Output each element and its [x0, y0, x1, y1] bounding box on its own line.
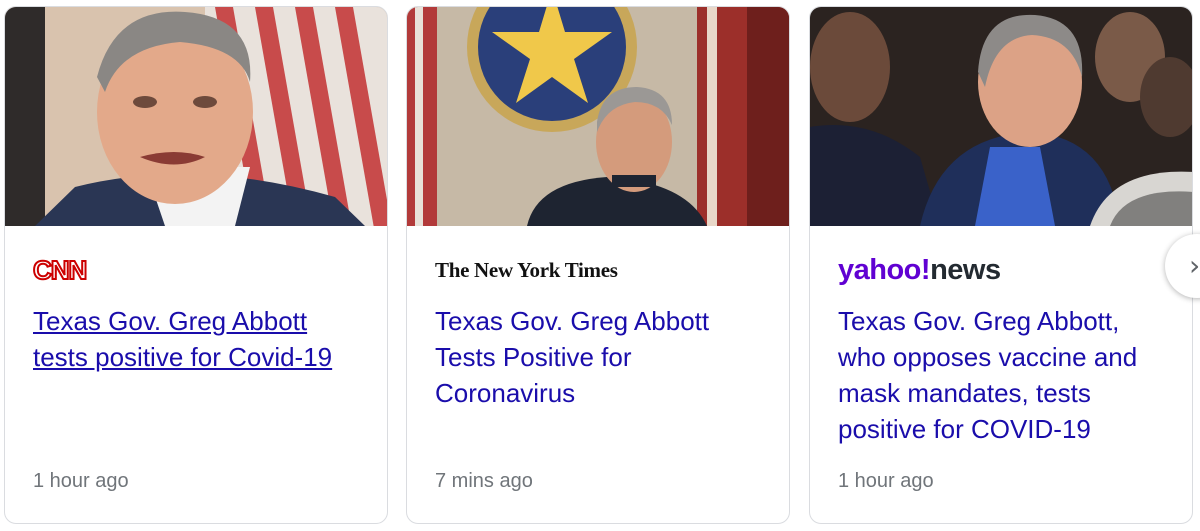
news-thumbnail[interactable] [5, 7, 387, 226]
news-card-yahoo[interactable]: yahoo!news Texas Gov. Greg Abbott, who o… [809, 6, 1193, 524]
source-logo-yahoo-news: yahoo!news [838, 254, 1001, 286]
news-thumbnail[interactable] [407, 7, 789, 226]
timestamp: 1 hour ago [33, 470, 129, 492]
news-card-nyt[interactable]: The New York Times Texas Gov. Greg Abbot… [406, 6, 790, 524]
headline-link[interactable]: Texas Gov. Greg Abbott Tests Positive fo… [435, 303, 765, 411]
timestamp: 1 hour ago [838, 470, 934, 492]
headline-link[interactable]: Texas Gov. Greg Abbott, who opposes vacc… [838, 303, 1168, 447]
news-thumbnail[interactable] [810, 7, 1192, 226]
source-logo-nyt: The New York Times [435, 258, 618, 282]
timestamp: 7 mins ago [435, 470, 533, 492]
news-carousel: CNN Texas Gov. Greg Abbott tests positiv… [0, 0, 1200, 531]
news-card-cnn[interactable]: CNN Texas Gov. Greg Abbott tests positiv… [4, 6, 388, 524]
chevron-right-icon[interactable]: › [1189, 250, 1200, 282]
source-logo-cnn: CNN [32, 254, 88, 286]
headline-link[interactable]: Texas Gov. Greg Abbott tests positive fo… [33, 303, 363, 375]
